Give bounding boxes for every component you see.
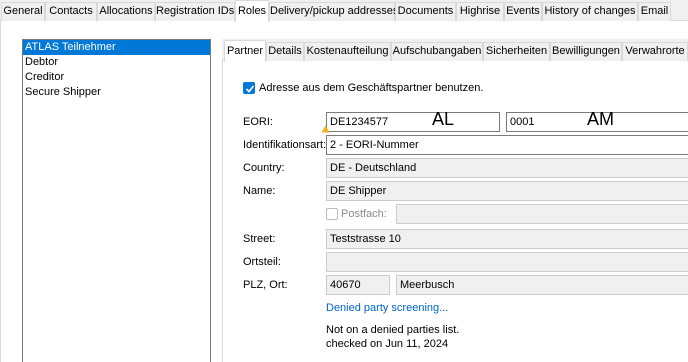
- eori-label: EORI:: [243, 116, 273, 128]
- ortsteil-label: Ortsteil:: [243, 256, 281, 268]
- tab-kostenaufteilung[interactable]: Kostenaufteilung: [304, 42, 391, 61]
- plz-field[interactable]: 40670: [326, 275, 390, 295]
- roles-content: ATLAS Teilnehmer Debtor Creditor Secure …: [0, 21, 688, 362]
- identifikationsart-label: Identifikationsart:: [243, 139, 327, 151]
- tab-documents[interactable]: Documents: [395, 2, 456, 21]
- screening-checked-date: checked on Jun 11, 2024: [326, 338, 449, 350]
- use-partner-address-label: Adresse aus dem Geschäftspartner benutze…: [259, 82, 484, 94]
- ort-field[interactable]: Meerbusch: [396, 275, 688, 295]
- ortsteil-field[interactable]: [326, 252, 688, 272]
- role-item-debtor[interactable]: Debtor: [23, 55, 210, 70]
- plz-ort-label: PLZ, Ort:: [243, 279, 288, 291]
- tab-partner[interactable]: Partner: [224, 40, 266, 62]
- tab-highrise[interactable]: Highrise: [456, 2, 504, 21]
- postfach-checkbox[interactable]: [326, 208, 338, 220]
- role-detail-tab-bar: Partner Details Kostenaufteilung Aufschu…: [222, 39, 688, 62]
- tab-details[interactable]: Details: [266, 42, 304, 61]
- role-item-creditor[interactable]: Creditor: [23, 70, 210, 85]
- street-label: Street:: [243, 233, 276, 245]
- tab-history-of-changes[interactable]: History of changes: [542, 2, 638, 21]
- checkmark-icon: [245, 85, 255, 93]
- role-item-secure-shipper[interactable]: Secure Shipper: [23, 85, 210, 100]
- tab-sicherheiten[interactable]: Sicherheiten: [483, 42, 550, 61]
- postfach-field[interactable]: [396, 204, 688, 224]
- tab-general[interactable]: General: [1, 2, 45, 21]
- tab-aufschubangaben[interactable]: Aufschubangaben: [391, 42, 483, 61]
- tab-verwahrorte[interactable]: Verwahrorte: [622, 42, 688, 61]
- country-field[interactable]: DE - Deutschland: [326, 158, 688, 178]
- role-item-atlas-teilnehmer[interactable]: ATLAS Teilnehmer: [23, 40, 210, 55]
- role-details-panel: Partner Details Kostenaufteilung Aufschu…: [222, 39, 688, 362]
- street-field[interactable]: Teststrasse 10: [326, 229, 688, 249]
- eori-annotation-al: AL: [432, 109, 455, 129]
- identifikationsart-field[interactable]: 2 - EORI-Nummer: [326, 135, 688, 155]
- partner-tab-panel: Adresse aus dem Geschäftspartner benutze…: [222, 61, 688, 362]
- tab-email[interactable]: Email: [638, 2, 671, 21]
- tab-contacts[interactable]: Contacts: [45, 2, 97, 21]
- postfach-label: Postfach:: [341, 208, 387, 220]
- eori-input[interactable]: DE1234577: [326, 112, 500, 132]
- tab-allocations[interactable]: Allocations: [97, 2, 155, 21]
- name-field[interactable]: DE Shipper: [326, 181, 688, 201]
- tab-roles[interactable]: Roles: [235, 0, 269, 22]
- tab-events[interactable]: Events: [504, 2, 542, 21]
- country-label: Country:: [243, 162, 285, 174]
- use-partner-address-checkbox[interactable]: [243, 82, 255, 94]
- warning-icon: [321, 125, 330, 133]
- eori-annotation-am: AM: [587, 109, 614, 129]
- tab-registration-ids[interactable]: Registration IDs: [155, 2, 235, 21]
- denied-party-screening-link[interactable]: Denied party screening...: [326, 300, 448, 316]
- window-tab-bar: General Contacts Allocations Registratio…: [0, 0, 688, 22]
- tab-delivery-pickup-addresses[interactable]: Delivery/pickup addresses: [269, 2, 398, 21]
- name-label: Name:: [243, 185, 276, 197]
- role-list[interactable]: ATLAS Teilnehmer Debtor Creditor Secure …: [22, 39, 211, 362]
- tab-bewilligungen[interactable]: Bewilligungen: [550, 42, 622, 61]
